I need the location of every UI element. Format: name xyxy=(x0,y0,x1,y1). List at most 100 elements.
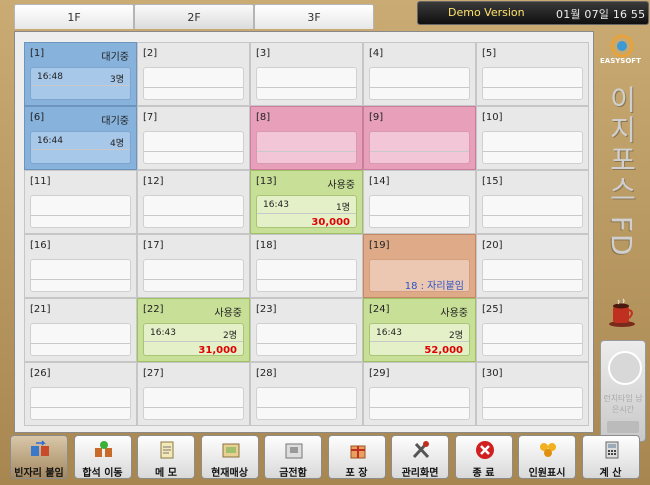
people-button[interactable]: 인원표시 xyxy=(518,435,576,479)
tools-button[interactable]: 관리화면 xyxy=(391,435,449,479)
table-detail xyxy=(30,259,131,292)
order-amount: 31,000 xyxy=(198,345,237,356)
table-number: [11] xyxy=(30,176,51,187)
table-state: 대기중 xyxy=(101,116,129,127)
calculator-button[interactable]: 계 산 xyxy=(581,435,640,479)
sales-button[interactable]: 현재매상 xyxy=(200,435,259,479)
entry-time: 16:44 xyxy=(37,136,63,146)
table-cell[interactable]: [27] xyxy=(137,362,250,426)
package-button[interactable]: 포 장 xyxy=(327,435,386,479)
table-detail xyxy=(369,67,470,100)
table-cell[interactable]: [9] xyxy=(363,106,476,170)
table-number: [14] xyxy=(369,176,390,187)
tab-2f[interactable]: 2F xyxy=(134,4,254,29)
table-cell[interactable]: [25] xyxy=(476,298,589,362)
table-state: 사용중 xyxy=(440,308,468,319)
status-bar: Demo Version 01월 07일 16 55 xyxy=(417,1,649,25)
table-number: [24] xyxy=(369,304,390,315)
table-number: [27] xyxy=(143,368,164,379)
divider xyxy=(483,151,582,152)
table-cell[interactable]: [3] xyxy=(250,42,363,106)
cash-drawer-button[interactable]: 금전함 xyxy=(264,435,322,479)
table-detail: 16:43 2명 31,000 xyxy=(143,323,244,356)
table-cell[interactable]: [5] xyxy=(476,42,589,106)
table-cell[interactable]: [2] xyxy=(137,42,250,106)
table-detail: 16:44 4명 xyxy=(30,131,131,164)
table-detail xyxy=(143,67,244,100)
divider xyxy=(483,279,582,280)
table-cell[interactable]: [14] xyxy=(363,170,476,234)
table-detail xyxy=(482,131,583,164)
button-label: 계 산 xyxy=(599,468,622,479)
button-label: 포 장 xyxy=(345,468,368,479)
divider xyxy=(31,343,130,344)
button-label: 종 료 xyxy=(472,468,495,479)
table-cell[interactable]: [16] xyxy=(24,234,137,298)
table-cell[interactable]: [6] 대기중 16:44 4명 xyxy=(24,106,137,170)
table-cell[interactable]: [8] xyxy=(250,106,363,170)
table-cell[interactable]: [1] 대기중 16:48 3명 xyxy=(24,42,137,106)
entry-time: 16:43 xyxy=(263,200,289,210)
table-cell[interactable]: [26] xyxy=(24,362,137,426)
table-number: [16] xyxy=(30,240,51,251)
button-label: 인원표시 xyxy=(528,468,566,479)
merge-table-icon xyxy=(31,440,49,456)
table-cell[interactable]: [7] xyxy=(137,106,250,170)
table-cell[interactable]: [13] 사용중 16:43 1명 30,000 xyxy=(250,170,363,234)
table-number: [18] xyxy=(256,240,277,251)
divider xyxy=(144,341,243,342)
table-number: [21] xyxy=(30,304,51,315)
people-count: 2명 xyxy=(222,331,237,341)
lunch-timer[interactable]: 런치타임 남은시간 xyxy=(600,340,646,442)
table-cell[interactable]: [12] xyxy=(137,170,250,234)
table-detail: 16:43 1명 30,000 xyxy=(256,195,357,228)
tab-3f[interactable]: 3F xyxy=(254,4,374,29)
table-cell[interactable]: [22] 사용중 16:43 2명 31,000 xyxy=(137,298,250,362)
merge-table-button[interactable]: 빈자리 붙임 xyxy=(10,435,68,479)
divider xyxy=(483,87,582,88)
close-button[interactable]: 종 료 xyxy=(454,435,513,479)
move-table-button[interactable]: 합석 이동 xyxy=(73,435,132,479)
table-cell[interactable]: [23] xyxy=(250,298,363,362)
table-state: 사용중 xyxy=(214,308,242,319)
demo-label: Demo Version xyxy=(448,6,525,19)
table-cell[interactable]: [29] xyxy=(363,362,476,426)
people-count: 4명 xyxy=(109,139,124,149)
divider xyxy=(370,87,469,88)
table-cell[interactable]: [19] 18 : 자리붙임 xyxy=(363,234,476,298)
table-cell[interactable]: [24] 사용중 16:43 2명 52,000 xyxy=(363,298,476,362)
table-number: [3] xyxy=(256,48,271,59)
divider xyxy=(144,87,243,88)
divider xyxy=(31,149,130,150)
table-number: [5] xyxy=(482,48,497,59)
memo-button[interactable]: 메 모 xyxy=(137,435,195,479)
table-cell[interactable]: [18] xyxy=(250,234,363,298)
people-count: 1명 xyxy=(335,203,350,213)
table-cell[interactable]: [30] xyxy=(476,362,589,426)
table-detail xyxy=(482,323,583,356)
table-cell[interactable]: [21] xyxy=(24,298,137,362)
table-cell[interactable]: [11] xyxy=(24,170,137,234)
tab-1f[interactable]: 1F xyxy=(14,4,134,29)
people-icon xyxy=(540,443,556,457)
table-detail xyxy=(369,131,470,164)
table-number: [19] xyxy=(369,240,390,251)
table-cell[interactable]: [20] xyxy=(476,234,589,298)
table-number: [7] xyxy=(143,112,158,123)
table-number: [4] xyxy=(369,48,384,59)
table-cell[interactable]: [4] xyxy=(363,42,476,106)
table-detail xyxy=(369,387,470,420)
package-icon xyxy=(350,445,365,459)
table-cell[interactable]: [28] xyxy=(250,362,363,426)
table-detail xyxy=(256,131,357,164)
divider xyxy=(144,279,243,280)
order-amount: 52,000 xyxy=(424,345,463,356)
table-cell[interactable]: [17] xyxy=(137,234,250,298)
table-cell[interactable]: [10] xyxy=(476,106,589,170)
bottom-toolbar: 빈자리 붙임 합석 이동 메 모 현재매상 금전함 포 장 관리화면 종 료 인원표시 계 산 xyxy=(5,435,645,483)
table-detail xyxy=(256,67,357,100)
table-detail xyxy=(482,67,583,100)
table-number: [26] xyxy=(30,368,51,379)
divider xyxy=(370,151,469,152)
table-cell[interactable]: [15] xyxy=(476,170,589,234)
